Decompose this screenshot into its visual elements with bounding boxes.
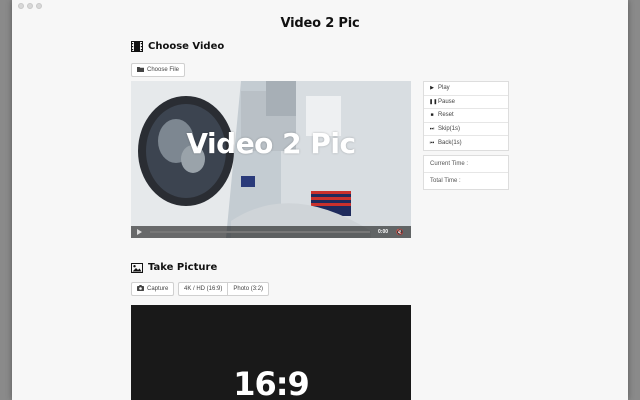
skip-back-icon: ⏮: [429, 139, 435, 146]
folder-icon: [137, 66, 144, 74]
capture-label: Capture: [147, 286, 169, 292]
camera-icon: [137, 285, 144, 293]
volume-icon[interactable]: 🔇: [396, 229, 403, 236]
video-time: 0:00: [378, 229, 389, 235]
video-progress-bar[interactable]: [150, 231, 370, 233]
back-label: Back(1s): [438, 139, 462, 146]
window-minimize-button[interactable]: [27, 3, 33, 9]
take-picture-heading: Take Picture: [131, 262, 217, 273]
playback-controls-panel: ▶ Play ❚❚ Pause ■ Reset ⏭ Skip(1s) ⏮ Bac…: [423, 81, 509, 151]
choose-video-heading: Choose Video: [131, 41, 224, 52]
take-picture-heading-text: Take Picture: [148, 262, 218, 273]
total-time-label: Total Time :: [430, 177, 461, 184]
image-icon: [131, 262, 143, 273]
ratio-16-9-button[interactable]: 4K / HD (16:9): [178, 282, 229, 296]
ratio-button-group: 4K / HD (16:9) Photo (3:2): [178, 282, 270, 296]
choose-file-label: Choose File: [147, 67, 180, 73]
picture-canvas: 16:9: [131, 305, 411, 400]
window-titlebar: [12, 0, 628, 12]
window-close-button[interactable]: [18, 3, 24, 9]
stop-icon: ■: [430, 112, 434, 119]
reset-button[interactable]: ■ Reset: [424, 109, 508, 123]
image-credit: Image Credit: NASA: [364, 220, 401, 225]
video-play-icon[interactable]: [137, 229, 142, 235]
play-icon: ▶: [430, 85, 434, 92]
page-title: Video 2 Pic: [280, 16, 360, 31]
skip-label: Skip(1s): [438, 125, 461, 132]
video-player[interactable]: Video 2 Pic Image Credit: NASA 0:00 🔇: [131, 81, 411, 238]
skip-button[interactable]: ⏭ Skip(1s): [424, 123, 508, 136]
back-button[interactable]: ⏮ Back(1s): [424, 136, 508, 150]
window-zoom-button[interactable]: [36, 3, 42, 9]
video-controls: 0:00 🔇: [131, 226, 411, 238]
capture-button[interactable]: Capture: [131, 282, 175, 296]
choose-file-button[interactable]: Choose File: [131, 63, 186, 77]
video-overlay-title: Video 2 Pic: [186, 127, 356, 160]
reset-label: Reset: [438, 112, 454, 119]
pause-button[interactable]: ❚❚ Pause: [424, 96, 508, 109]
pause-label: Pause: [438, 98, 456, 105]
app-window: Video 2 Pic Choose Video Choose File Vid…: [12, 0, 628, 400]
choose-video-heading-text: Choose Video: [148, 41, 225, 52]
ratio-3-2-button[interactable]: Photo (3:2): [228, 282, 270, 296]
film-icon: [131, 41, 143, 52]
time-info-panel: Current Time : Total Time :: [423, 155, 509, 190]
aspect-ratio-label: 16:9: [233, 365, 310, 400]
current-time-label: Current Time :: [424, 156, 508, 173]
play-label: Play: [438, 85, 450, 92]
skip-forward-icon: ⏭: [429, 125, 435, 132]
pause-icon: ❚❚: [429, 98, 438, 105]
play-button[interactable]: ▶ Play: [424, 82, 508, 96]
